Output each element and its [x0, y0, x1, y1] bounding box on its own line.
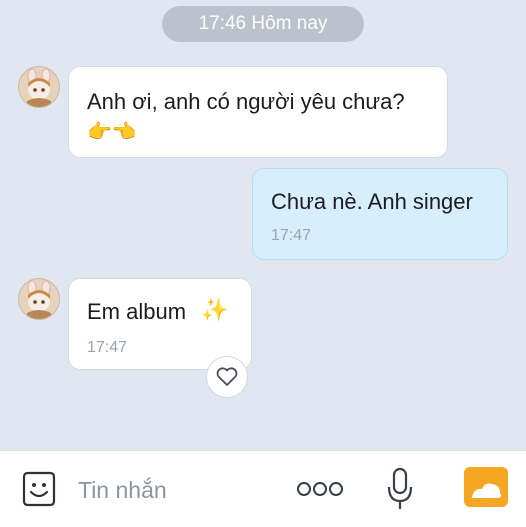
message-time: 17:47 — [87, 339, 128, 356]
chat-area: 17:46 Hôm nay Anh ơi, anh có người yêu c… — [0, 0, 526, 450]
message-text: Em album — [87, 299, 187, 324]
message-input-bar: Tin nhắn — [0, 450, 526, 527]
more-dots-icon[interactable] — [296, 481, 344, 497]
date-divider: 17:46 Hôm nay — [162, 6, 364, 42]
smiley-icon[interactable] — [22, 471, 56, 507]
microphone-icon[interactable] — [386, 467, 414, 511]
message-bubble[interactable]: Chưa nè. Anh singer 17:47 — [252, 168, 508, 260]
sparkles-emoji: ✨ — [201, 297, 229, 322]
message-bubble[interactable]: Anh ơi, anh có người yêu chưa? 👉👈 — [68, 66, 448, 158]
reaction-button[interactable] — [206, 356, 248, 398]
message-time: 17:47 — [271, 227, 312, 244]
message-text: Chưa nè. Anh singer — [271, 189, 473, 214]
heart-icon — [216, 367, 238, 386]
message-text: Anh ơi, anh có người yêu chưa? — [87, 89, 405, 114]
message-input[interactable]: Tin nhắn — [78, 477, 167, 504]
sender-avatar[interactable] — [18, 66, 60, 108]
pointing-fingers-emoji: 👉👈 — [87, 121, 137, 143]
sender-avatar[interactable] — [18, 278, 60, 320]
photo-icon[interactable] — [464, 467, 508, 507]
